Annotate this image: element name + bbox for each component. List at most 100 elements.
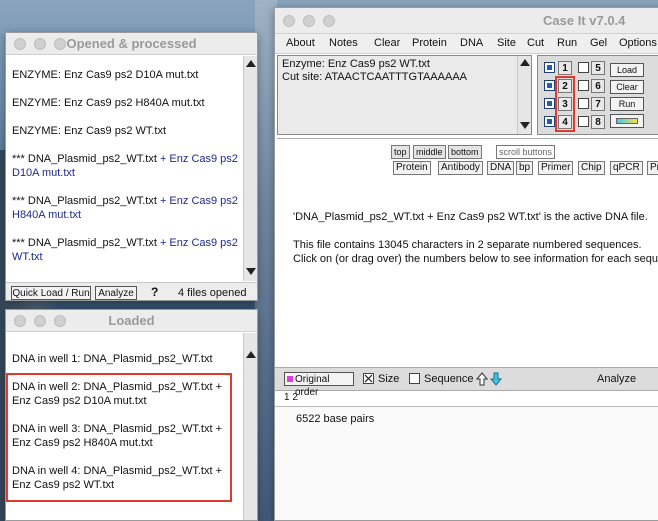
help-button[interactable]: ? <box>151 285 158 299</box>
well-6-number[interactable]: 6 <box>591 79 605 93</box>
menu-site[interactable]: Site <box>497 37 516 49</box>
list-item-enzyme-cont: WT.txt <box>12 251 43 263</box>
well-5-checkbox[interactable] <box>578 62 589 73</box>
run-button[interactable]: Run <box>610 97 644 111</box>
highlight-box-well-numbers <box>555 76 575 132</box>
scroll-up-arrow-icon[interactable] <box>246 351 256 358</box>
list-item[interactable]: ENZYME: Enz Cas9 ps2 H840A mut.txt <box>12 96 205 110</box>
well-7-checkbox[interactable] <box>578 98 589 109</box>
list-item[interactable]: *** DNA_Plasmid_ps2_WT.txt + Enz Cas9 ps… <box>12 194 238 222</box>
original-order-button[interactable]: Original order <box>284 372 354 398</box>
opened-titlebar: Opened & processed <box>6 33 257 55</box>
loaded-scrollbar[interactable] <box>243 333 257 520</box>
scroll-up-arrow-icon[interactable] <box>246 60 256 67</box>
base-pairs-info: 6522 base pairs <box>296 413 375 425</box>
instruction-text: Click on (or drag over) the numbers belo… <box>293 253 658 265</box>
well-1-number[interactable]: 1 <box>558 61 572 75</box>
loaded-well-2[interactable]: DNA in well 2: DNA_Plasmid_ps2_WT.txt + E… <box>12 380 222 408</box>
clear-button[interactable]: Clear <box>610 80 644 94</box>
close-button[interactable] <box>283 15 295 27</box>
close-button[interactable] <box>14 38 26 50</box>
list-item[interactable]: ENZYME: Enz Cas9 ps2 D10A mut.txt <box>12 68 198 82</box>
scroll-down-arrow-icon[interactable] <box>520 122 530 129</box>
minimize-button[interactable] <box>34 38 46 50</box>
tab-top[interactable]: top <box>391 145 410 159</box>
tool-qpcr[interactable]: qPCR <box>610 161 643 175</box>
opened-scrollbar[interactable] <box>243 56 257 281</box>
size-checkbox[interactable] <box>363 373 374 384</box>
well-7-number[interactable]: 7 <box>591 97 605 111</box>
list-item-enzyme: + Enz Cas9 ps2 <box>156 153 238 165</box>
menu-cut[interactable]: Cut <box>527 37 544 49</box>
tool-primer[interactable]: Primer <box>538 161 574 175</box>
loaded-well-3[interactable]: DNA in well 3: DNA_Plasmid_ps2_WT.txt + E… <box>12 422 222 450</box>
tab-scroll-buttons[interactable]: scroll buttons <box>496 145 556 159</box>
zoom-button[interactable] <box>54 315 66 327</box>
close-button[interactable] <box>14 315 26 327</box>
menu-notes[interactable]: Notes <box>329 37 358 49</box>
well-line: DNA in well 2: DNA_Plasmid_ps2_WT.txt + <box>12 381 222 393</box>
tab-bottom[interactable]: bottom <box>448 145 482 159</box>
minimize-button[interactable] <box>34 315 46 327</box>
minimize-button[interactable] <box>303 15 315 27</box>
well-1-checkbox[interactable] <box>544 62 555 73</box>
loaded-well-4[interactable]: DNA in well 4: DNA_Plasmid_ps2_WT.txt + E… <box>12 464 222 492</box>
well-6-checkbox[interactable] <box>578 80 589 91</box>
tab-middle[interactable]: middle <box>413 145 446 159</box>
tool-more[interactable]: Pr <box>647 161 658 175</box>
quick-load-run-button[interactable]: Quick Load / Run <box>11 286 91 300</box>
gel-color-button[interactable] <box>610 114 644 128</box>
menu-dna[interactable]: DNA <box>460 37 483 49</box>
zoom-button[interactable] <box>323 15 335 27</box>
well-4-checkbox[interactable] <box>544 116 555 127</box>
well-5-number[interactable]: 5 <box>591 61 605 75</box>
tool-dna[interactable]: DNA <box>487 161 515 175</box>
gel-swatch-icon <box>616 118 638 124</box>
analyze-sequence-button[interactable]: Analyze <box>597 373 636 385</box>
opened-list[interactable]: ENZYME: Enz Cas9 ps2 D10A mut.txt ENZYME… <box>6 56 245 282</box>
tool-chip[interactable]: Chip <box>578 161 605 175</box>
sort-down-arrow-icon[interactable] <box>490 372 502 386</box>
load-button[interactable]: Load <box>610 63 644 77</box>
tool-bp[interactable]: bp <box>516 161 534 175</box>
zoom-button[interactable] <box>54 38 66 50</box>
sequence-toolbar: Original order Size Sequence Analyze <box>275 367 658 398</box>
sort-up-arrow-icon[interactable] <box>476 372 488 386</box>
sequence-numbers[interactable]: 1 2 <box>284 392 298 403</box>
well-line: DNA in well 3: DNA_Plasmid_ps2_WT.txt + <box>12 423 222 435</box>
menu-bar: About Notes Clear Protein DNA Site Cut R… <box>275 34 658 54</box>
original-order-swatch-icon <box>287 376 293 382</box>
enzyme-name: Enzyme: Enz Cas9 ps2 WT.txt <box>282 58 430 70</box>
menu-options[interactable]: Options <box>619 37 657 49</box>
active-file-info: 'DNA_Plasmid_ps2_WT.txt + Enz Cas9 ps2 W… <box>293 211 648 223</box>
list-item[interactable]: *** DNA_Plasmid_ps2_WT.txt + Enz Cas9 ps… <box>12 152 238 180</box>
list-item-enzyme-cont: H840A mut.txt <box>12 209 82 221</box>
checkmark-x-icon <box>364 374 373 383</box>
cut-site: Cut site: ATAACTCAATTTGTAAAAAA <box>282 71 467 83</box>
well-2-checkbox[interactable] <box>544 80 555 91</box>
opened-footer: Quick Load / Run Analyze ? 4 files opene… <box>6 282 257 300</box>
analyze-button[interactable]: Analyze <box>95 286 137 300</box>
well-3-checkbox[interactable] <box>544 98 555 109</box>
menu-gel[interactable]: Gel <box>590 37 607 49</box>
tool-protein[interactable]: Protein <box>393 161 431 175</box>
opened-processed-window: Opened & processed ENZYME: Enz Cas9 ps2 … <box>5 32 258 301</box>
sequence-label: Sequence <box>424 373 474 385</box>
well-line: Enz Cas9 ps2 WT.txt <box>12 479 115 491</box>
well-8-checkbox[interactable] <box>578 116 589 127</box>
list-item[interactable]: ENZYME: Enz Cas9 ps2 WT.txt <box>12 124 166 138</box>
list-item[interactable]: *** DNA_Plasmid_ps2_WT.txt + Enz Cas9 ps… <box>12 236 238 264</box>
loaded-well-1[interactable]: DNA in well 1: DNA_Plasmid_ps2_WT.txt <box>12 352 213 366</box>
tool-antibody[interactable]: Antibody <box>438 161 483 175</box>
scroll-up-arrow-icon[interactable] <box>520 59 530 66</box>
enzyme-info-panel: Enzyme: Enz Cas9 ps2 WT.txt Cut site: AT… <box>277 55 532 135</box>
sequence-checkbox[interactable] <box>409 373 420 384</box>
menu-about[interactable]: About <box>286 37 315 49</box>
enzyme-scrollbar[interactable] <box>517 56 531 134</box>
menu-clear[interactable]: Clear <box>374 37 400 49</box>
well-8-number[interactable]: 8 <box>591 115 605 129</box>
scroll-down-arrow-icon[interactable] <box>246 268 256 275</box>
menu-run[interactable]: Run <box>557 37 577 49</box>
list-item-enzyme: + Enz Cas9 ps2 <box>156 237 238 249</box>
menu-protein[interactable]: Protein <box>412 37 447 49</box>
